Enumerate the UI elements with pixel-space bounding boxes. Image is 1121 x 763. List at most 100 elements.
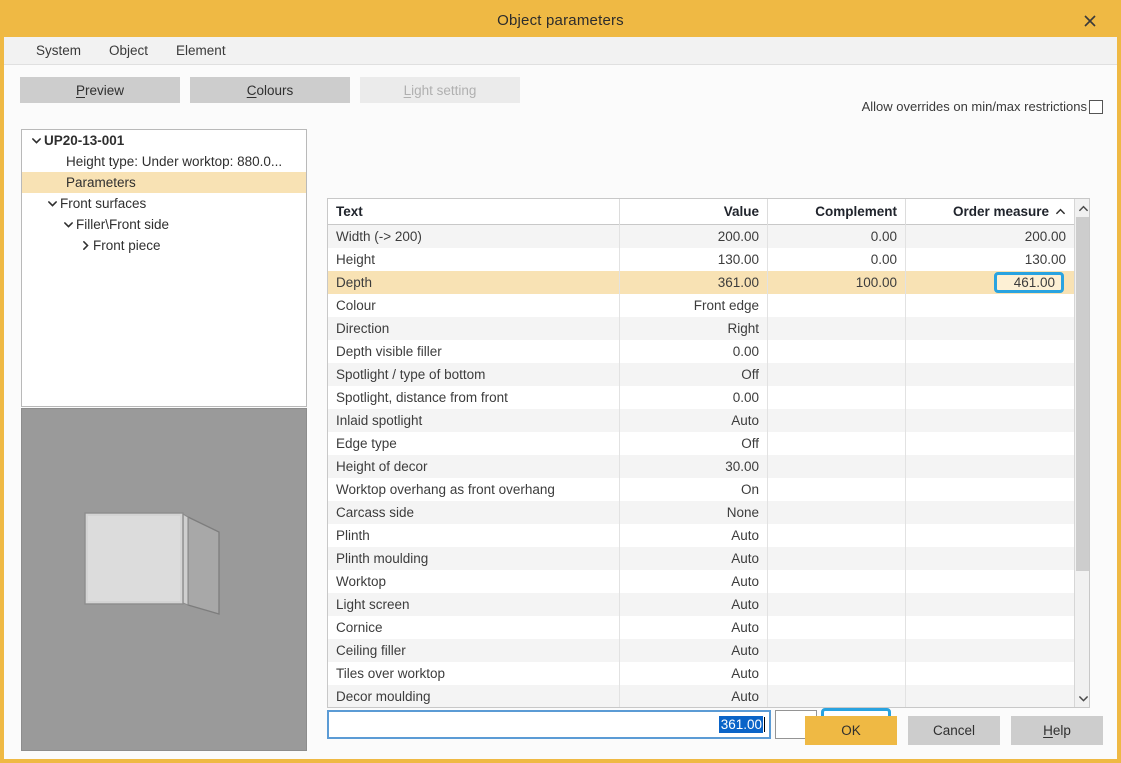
cell-text[interactable]: Carcass side	[328, 501, 620, 524]
cell-text[interactable]: Worktop overhang as front overhang	[328, 478, 620, 501]
table-row[interactable]: Depth361.00100.00461.00	[328, 271, 1074, 294]
help-button[interactable]: Help	[1011, 716, 1103, 745]
cell-text[interactable]: Direction	[328, 317, 620, 340]
cell-complement[interactable]: 100.00	[768, 271, 906, 294]
cell-text[interactable]: Height	[328, 248, 620, 271]
table-row[interactable]: Carcass sideNone	[328, 501, 1074, 524]
cell-text[interactable]: Tiles over worktop	[328, 662, 620, 685]
table-row[interactable]: Spotlight, distance from front0.00	[328, 386, 1074, 409]
cell-value[interactable]: Right	[620, 317, 768, 340]
cell-value[interactable]: 200.00	[620, 225, 768, 248]
object-tree[interactable]: UP20-13-001 Height type: Under worktop: …	[21, 129, 307, 407]
cell-order-measure[interactable]: 461.00	[906, 271, 1074, 294]
chevron-down-icon[interactable]	[28, 135, 44, 146]
tab-light-setting[interactable]: Light setting	[360, 77, 520, 103]
cell-text[interactable]: Light screen	[328, 593, 620, 616]
table-row[interactable]: PlinthAuto	[328, 524, 1074, 547]
column-header-complement[interactable]: Complement	[768, 199, 906, 225]
tree-item-front-surfaces[interactable]: Front surfaces	[22, 193, 306, 214]
cell-value[interactable]: Off	[620, 363, 768, 386]
table-row[interactable]: Light screenAuto	[328, 593, 1074, 616]
cell-value[interactable]: Auto	[620, 593, 768, 616]
cell-text[interactable]: Edge type	[328, 432, 620, 455]
cell-complement[interactable]	[768, 478, 906, 501]
cell-value[interactable]: Auto	[620, 547, 768, 570]
menu-item-object[interactable]: Object	[95, 39, 162, 62]
tree-item-up20-13-001[interactable]: UP20-13-001	[22, 130, 306, 151]
cell-value[interactable]: Front edge	[620, 294, 768, 317]
cell-text[interactable]: Spotlight, distance from front	[328, 386, 620, 409]
cell-order-measure[interactable]	[906, 616, 1074, 639]
cell-text[interactable]: Spotlight / type of bottom	[328, 363, 620, 386]
chevron-down-icon[interactable]	[44, 198, 60, 209]
table-row[interactable]: Inlaid spotlightAuto	[328, 409, 1074, 432]
cell-order-measure[interactable]	[906, 455, 1074, 478]
table-row[interactable]: Height130.000.00130.00	[328, 248, 1074, 271]
cell-order-measure[interactable]	[906, 386, 1074, 409]
cell-complement[interactable]	[768, 547, 906, 570]
cell-value[interactable]: Auto	[620, 409, 768, 432]
cell-order-measure[interactable]	[906, 409, 1074, 432]
cell-value[interactable]: 30.00	[620, 455, 768, 478]
cell-value[interactable]: 0.00	[620, 340, 768, 363]
cell-order-measure[interactable]	[906, 524, 1074, 547]
table-row[interactable]: CorniceAuto	[328, 616, 1074, 639]
allow-overrides-checkbox[interactable]	[1089, 100, 1103, 114]
cell-text[interactable]: Width (-> 200)	[328, 225, 620, 248]
tree-item-parameters[interactable]: Parameters	[22, 172, 306, 193]
table-row[interactable]: DirectionRight	[328, 317, 1074, 340]
column-header-value[interactable]: Value	[620, 199, 768, 225]
menu-item-system[interactable]: System	[22, 39, 95, 62]
table-row[interactable]: Plinth mouldingAuto	[328, 547, 1074, 570]
cell-order-measure[interactable]	[906, 547, 1074, 570]
column-header-text[interactable]: Text	[328, 199, 620, 225]
cell-value[interactable]: 0.00	[620, 386, 768, 409]
cell-order-measure[interactable]	[906, 639, 1074, 662]
cell-order-measure[interactable]	[906, 363, 1074, 386]
cell-value[interactable]: Auto	[620, 524, 768, 547]
cell-value[interactable]: Off	[620, 432, 768, 455]
ok-button[interactable]: OK	[805, 716, 897, 745]
cell-order-measure[interactable]	[906, 685, 1074, 708]
tree-item-height-type[interactable]: Height type: Under worktop: 880.0...	[22, 151, 306, 172]
order-measure-focus-ring[interactable]: 461.00	[994, 272, 1064, 293]
cell-order-measure[interactable]: 130.00	[906, 248, 1074, 271]
cell-complement[interactable]	[768, 593, 906, 616]
cell-value[interactable]: Auto	[620, 639, 768, 662]
table-row[interactable]: WorktopAuto	[328, 570, 1074, 593]
table-row[interactable]: Worktop overhang as front overhangOn	[328, 478, 1074, 501]
cell-text[interactable]: Ceiling filler	[328, 639, 620, 662]
cell-complement[interactable]	[768, 386, 906, 409]
value-input[interactable]: 361.00	[327, 710, 771, 739]
table-row[interactable]: Width (-> 200)200.000.00200.00	[328, 225, 1074, 248]
cell-complement[interactable]	[768, 685, 906, 708]
cell-text[interactable]: Plinth moulding	[328, 547, 620, 570]
table-scrollbar[interactable]	[1074, 199, 1090, 707]
menu-item-element[interactable]: Element	[162, 39, 240, 62]
table-row[interactable]: ColourFront edge	[328, 294, 1074, 317]
chevron-up-icon[interactable]	[1075, 199, 1091, 217]
cell-order-measure[interactable]	[906, 593, 1074, 616]
table-row[interactable]: Tiles over worktopAuto	[328, 662, 1074, 685]
tab-colours[interactable]: Colours	[190, 77, 350, 103]
cell-value[interactable]: Auto	[620, 570, 768, 593]
cell-order-measure[interactable]	[906, 662, 1074, 685]
cell-complement[interactable]	[768, 501, 906, 524]
cell-order-measure[interactable]	[906, 570, 1074, 593]
table-row[interactable]: Ceiling fillerAuto	[328, 639, 1074, 662]
cell-text[interactable]: Colour	[328, 294, 620, 317]
cell-value[interactable]: Auto	[620, 616, 768, 639]
cell-text[interactable]: Plinth	[328, 524, 620, 547]
cell-text[interactable]: Decor moulding	[328, 685, 620, 708]
cell-order-measure[interactable]: 200.00	[906, 225, 1074, 248]
chevron-right-icon[interactable]	[77, 240, 93, 251]
tree-item-front-piece[interactable]: Front piece	[22, 235, 306, 256]
chevron-down-icon[interactable]	[60, 219, 76, 230]
cell-complement[interactable]	[768, 524, 906, 547]
cell-text[interactable]: Inlaid spotlight	[328, 409, 620, 432]
cell-order-measure[interactable]	[906, 432, 1074, 455]
column-header-order-measure[interactable]: Order measure	[906, 199, 1074, 225]
scrollbar-track[interactable]	[1075, 217, 1091, 689]
cell-complement[interactable]	[768, 455, 906, 478]
cell-value[interactable]: None	[620, 501, 768, 524]
